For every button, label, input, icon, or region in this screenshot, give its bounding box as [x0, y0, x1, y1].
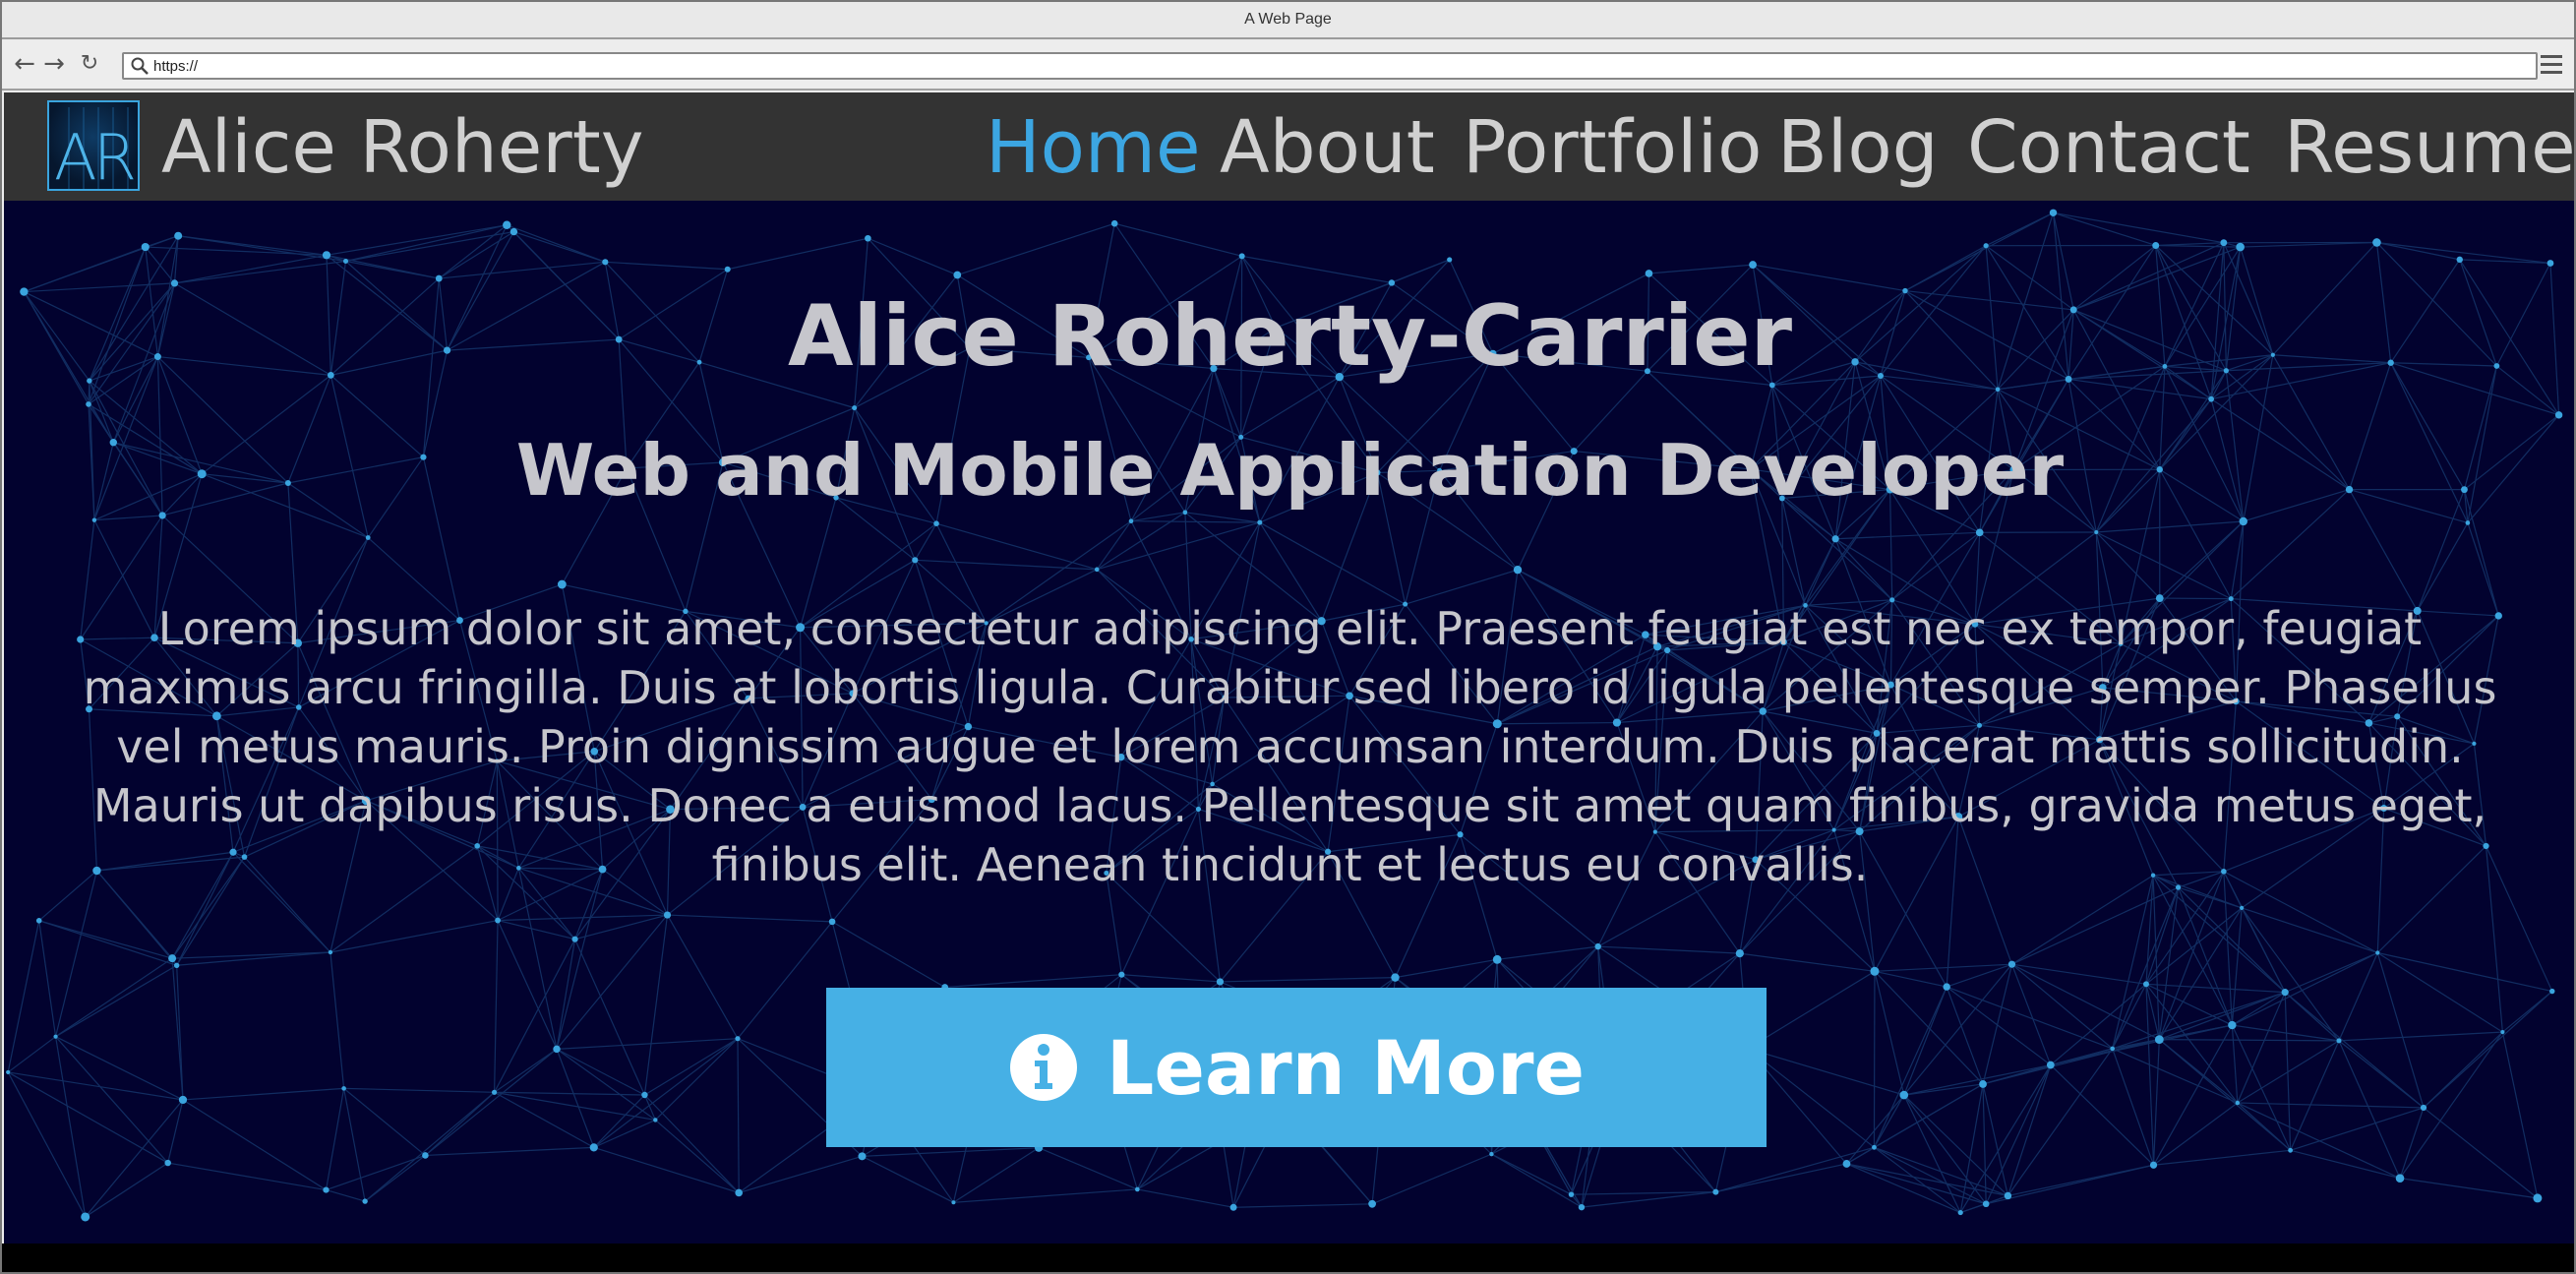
hero-section: Alice Roherty-Carrier Web and Mobile App…: [4, 201, 2574, 1244]
nav-home[interactable]: Home: [986, 106, 1201, 189]
bottom-edge: [2, 1244, 2574, 1272]
hero-subtitle: Web and Mobile Application Developer: [515, 429, 2065, 512]
browser-toolbar: ← → ↻: [2, 41, 2574, 91]
hero-description: Lorem ipsum dolor sit amet, consectetur …: [83, 602, 2497, 891]
nav-resume[interactable]: Resume: [2284, 106, 2574, 189]
nav-blog[interactable]: Blog: [1777, 106, 1939, 189]
info-icon: [1009, 1034, 1077, 1101]
browser-window: A Web Page ← → ↻ AR Alice: [0, 0, 2576, 1274]
search-icon: [131, 57, 149, 75]
nav-portfolio[interactable]: Portfolio: [1463, 106, 1762, 189]
url-input[interactable]: [153, 55, 2514, 77]
back-arrow-icon[interactable]: ←: [12, 51, 37, 77]
learn-more-label: Learn More: [1106, 1023, 1586, 1112]
site-header: AR Alice Roherty Home About Portfolio Bl…: [4, 92, 2574, 201]
hero-title: Alice Roherty-Carrier: [787, 287, 1793, 386]
window-title: A Web Page: [2, 2, 2574, 39]
reload-icon[interactable]: ↻: [77, 51, 102, 77]
forward-arrow-icon[interactable]: →: [41, 51, 67, 77]
nav-contact[interactable]: Contact: [1967, 106, 2250, 189]
learn-more-button[interactable]: Learn More: [826, 988, 1767, 1147]
hamburger-menu-icon[interactable]: [2541, 55, 2562, 75]
nav-about[interactable]: About: [1220, 106, 1435, 189]
main-nav: Home About Portfolio Blog Contact Resume: [4, 106, 2574, 189]
address-bar[interactable]: [122, 52, 2538, 80]
